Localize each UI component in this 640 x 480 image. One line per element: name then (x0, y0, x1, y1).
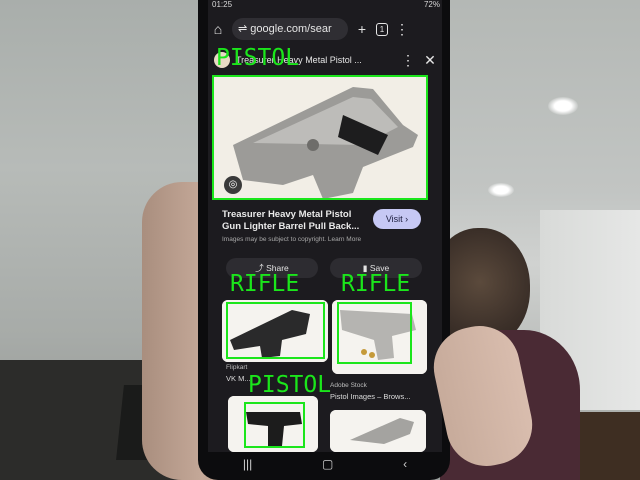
visit-button[interactable]: Visit › (373, 209, 421, 229)
site-settings-icon[interactable]: ⇌ (238, 23, 250, 35)
close-icon[interactable]: ✕ (422, 52, 438, 69)
related-image-4[interactable] (330, 410, 426, 452)
copyright-note: Images may be subject to copyright. Lear… (222, 236, 362, 243)
menu-icon[interactable]: ⋮ (400, 52, 416, 69)
detection-box-rifle (226, 302, 325, 359)
status-battery: 72% (423, 0, 440, 9)
back-icon[interactable]: ‹ (403, 457, 407, 471)
home-icon[interactable]: ⌂ (210, 21, 226, 37)
detection-label-pistol: PISTOL (216, 45, 300, 71)
related-source-2: Adobe Stock (330, 382, 367, 389)
ceiling-light (488, 183, 514, 197)
detection-label-rifle: RIFLE (230, 271, 300, 297)
detection-label-rifle: RIFLE (341, 271, 411, 297)
related-title-2[interactable]: Pistol Images – Brows... (330, 392, 410, 401)
url-bar[interactable]: ⇌ google.com/sear (232, 18, 348, 40)
home-nav-icon[interactable]: ▢ (322, 457, 333, 471)
detection-box-pistol (212, 75, 428, 200)
status-bar: 01:25 72% (212, 0, 440, 10)
pistol-thumbnail (330, 410, 426, 452)
url-text: google.com/sear (250, 23, 332, 35)
tabs-icon[interactable]: 1 (376, 22, 388, 36)
ceiling-light (548, 97, 578, 115)
plus-icon[interactable]: + (354, 21, 370, 37)
menu-icon[interactable]: ⋮ (394, 21, 410, 38)
detection-box-rifle (337, 302, 412, 364)
recents-icon[interactable]: ||| (243, 457, 252, 471)
detection-box-pistol (244, 402, 305, 448)
visit-label: Visit (385, 214, 403, 224)
detection-label-pistol: PISTOL (248, 372, 332, 398)
browser-toolbar: ⌂ ⇌ google.com/sear + 1 ⋮ (210, 15, 442, 43)
system-nav-bar: ||| ▢ ‹ (208, 452, 442, 476)
result-caption[interactable]: Treasurer Heavy Metal Pistol Gun Lighter… (222, 209, 372, 233)
status-time: 01:25 (212, 0, 233, 9)
related-title-1[interactable]: VK M... (226, 374, 251, 383)
related-source-1: Flipkart (226, 364, 248, 371)
